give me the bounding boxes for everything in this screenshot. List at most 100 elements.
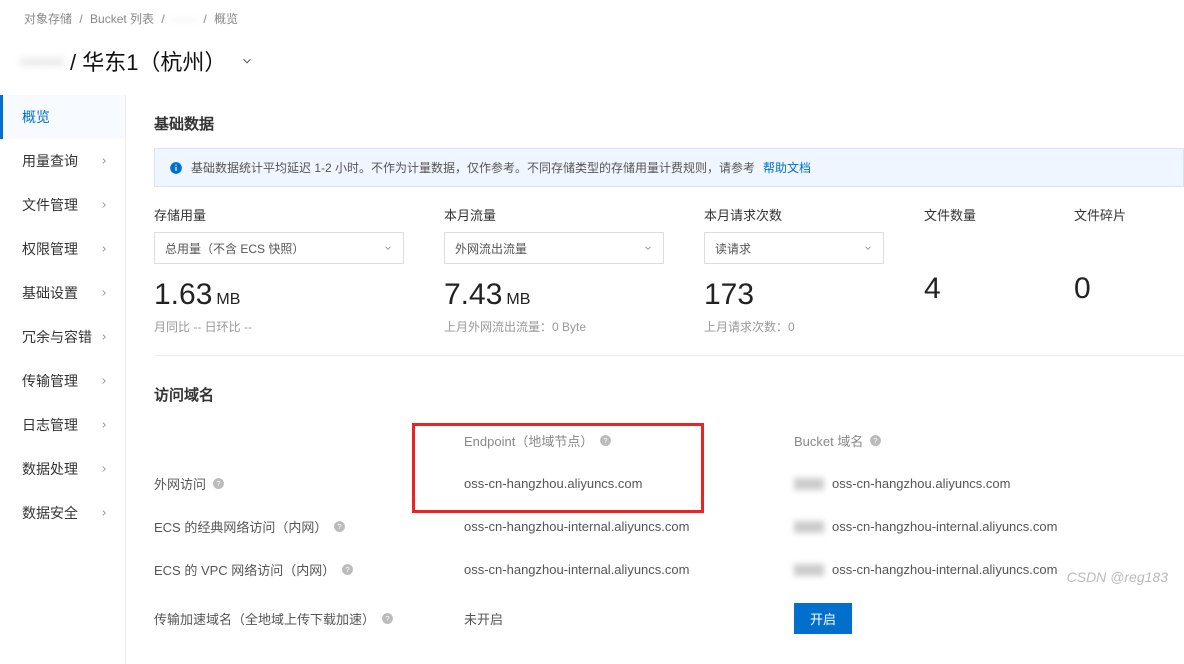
domain-name: ECS 的 VPC 网络访问（内网）	[154, 560, 335, 579]
sidebar-item-0[interactable]: 概览	[0, 95, 125, 139]
sidebar-item-2[interactable]: 文件管理	[0, 183, 125, 227]
domain-table-head: Endpoint（地域节点）? Bucket 域名?	[154, 419, 1184, 462]
enable-accel-button[interactable]: 开启	[794, 603, 852, 634]
domain-row: 外网访问?oss-cn-hangzhou.aliyuncs.comoss-cn-…	[154, 462, 1184, 505]
bucket-domain-header: Bucket 域名	[794, 431, 863, 450]
help-icon[interactable]: ?	[212, 477, 225, 490]
sidebar-item-4[interactable]: 基础设置	[0, 271, 125, 315]
sidebar-item-8[interactable]: 数据处理	[0, 447, 125, 491]
metric-label: 文件碎片	[1074, 205, 1184, 224]
bucket-domain-value: oss-cn-hangzhou.aliyuncs.com	[832, 476, 1010, 491]
help-doc-link[interactable]: 帮助文档	[763, 159, 811, 176]
info-icon	[169, 161, 183, 175]
metric-label: 文件数量	[924, 205, 1034, 224]
metric-value: 7.43MB	[444, 278, 664, 312]
endpoint-value: oss-cn-hangzhou-internal.aliyuncs.com	[464, 519, 689, 534]
metrics-row: 存储用量 总用量（不含 ECS 快照） 1.63MB 月同比 -- 日环比 --…	[154, 205, 1184, 356]
accel-row: 传输加速域名（全地域上传下载加速）? 未开启 开启	[154, 591, 1184, 646]
help-icon[interactable]: ?	[333, 520, 346, 533]
chevron-right-icon	[99, 420, 109, 430]
chevron-right-icon	[99, 200, 109, 210]
metric-storage: 存储用量 总用量（不含 ECS 快照） 1.63MB 月同比 -- 日环比 --	[154, 205, 404, 335]
bucket-name-redacted: ······	[20, 48, 64, 74]
accel-label: 传输加速域名（全地域上传下载加速）	[154, 609, 375, 628]
sidebar-item-7[interactable]: 日志管理	[0, 403, 125, 447]
chevron-down-icon[interactable]	[240, 54, 254, 68]
chevron-down-icon	[643, 243, 653, 253]
traffic-select[interactable]: 外网流出流量	[444, 232, 664, 264]
help-icon[interactable]: ?	[341, 563, 354, 576]
sidebar-item-label: 用量查询	[22, 151, 78, 171]
metric-requests: 本月请求次数 读请求 173 上月请求次数：0	[704, 205, 884, 335]
metric-sub: 上月外网流出流量：0 Byte	[444, 318, 664, 335]
metric-fragments: 文件碎片 0	[1074, 205, 1184, 335]
main-content: 基础数据 基础数据统计平均延迟 1-2 小时。不作为计量数据，仅作参考。不同存储…	[126, 95, 1184, 664]
bucket-domain-value: oss-cn-hangzhou-internal.aliyuncs.com	[832, 562, 1057, 577]
sidebar-item-9[interactable]: 数据安全	[0, 491, 125, 535]
endpoint-value: oss-cn-hangzhou-internal.aliyuncs.com	[464, 562, 689, 577]
chevron-right-icon	[99, 464, 109, 474]
bucket-prefix-redacted	[794, 521, 824, 533]
chevron-down-icon	[863, 243, 873, 253]
sidebar-item-5[interactable]: 冗余与容错	[0, 315, 125, 359]
help-icon[interactable]: ?	[599, 434, 612, 447]
section-title-domain: 访问域名	[154, 384, 1184, 405]
sidebar-item-label: 传输管理	[22, 371, 78, 391]
metric-label: 本月流量	[444, 205, 664, 224]
domain-name: 外网访问	[154, 474, 206, 493]
help-icon[interactable]: ?	[381, 612, 394, 625]
metric-value: 1.63MB	[154, 278, 404, 312]
banner-text: 基础数据统计平均延迟 1-2 小时。不作为计量数据，仅作参考。不同存储类型的存储…	[191, 159, 755, 176]
chevron-right-icon	[99, 244, 109, 254]
breadcrumb-item: 概览	[214, 12, 238, 26]
breadcrumb-item[interactable]: 对象存储	[24, 12, 72, 26]
storage-select[interactable]: 总用量（不含 ECS 快照）	[154, 232, 404, 264]
domain-row: ECS 的经典网络访问（内网）? oss-cn-hangzhou-internal…	[154, 505, 1184, 548]
sidebar-item-1[interactable]: 用量查询	[0, 139, 125, 183]
metric-label: 存储用量	[154, 205, 404, 224]
chevron-down-icon	[383, 243, 393, 253]
bucket-prefix-redacted	[794, 478, 824, 490]
metric-sub: 月同比 -- 日环比 --	[154, 318, 404, 335]
bucket-prefix-redacted	[794, 564, 824, 576]
svg-text:?: ?	[346, 565, 350, 574]
svg-text:?: ?	[874, 436, 878, 445]
metric-sub: 上月请求次数：0	[704, 318, 884, 335]
metric-files: 文件数量 4	[924, 205, 1034, 335]
breadcrumb-item[interactable]: Bucket 列表	[90, 12, 154, 26]
metric-value: 4	[924, 272, 1034, 306]
sidebar-item-label: 概览	[22, 107, 50, 127]
help-icon[interactable]: ?	[869, 434, 882, 447]
svg-text:?: ?	[338, 522, 342, 531]
svg-text:?: ?	[385, 614, 389, 623]
chevron-right-icon	[99, 508, 109, 518]
chevron-right-icon	[99, 156, 109, 166]
sidebar-item-label: 基础设置	[22, 283, 78, 303]
metric-value: 173	[704, 278, 884, 312]
sidebar: 概览用量查询文件管理权限管理基础设置冗余与容错传输管理日志管理数据处理数据安全	[0, 95, 126, 664]
accel-status: 未开启	[464, 609, 503, 628]
domain-row: ECS 的 VPC 网络访问（内网）? oss-cn-hangzhou-inter…	[154, 548, 1184, 591]
sidebar-item-3[interactable]: 权限管理	[0, 227, 125, 271]
bucket-domain-value: oss-cn-hangzhou-internal.aliyuncs.com	[832, 519, 1057, 534]
section-title-basic: 基础数据	[154, 113, 1184, 134]
svg-text:?: ?	[604, 436, 608, 445]
info-banner: 基础数据统计平均延迟 1-2 小时。不作为计量数据，仅作参考。不同存储类型的存储…	[154, 148, 1184, 187]
sidebar-item-label: 权限管理	[22, 239, 78, 259]
watermark: CSDN @reg183	[1067, 569, 1168, 585]
requests-select[interactable]: 读请求	[704, 232, 884, 264]
chevron-right-icon	[99, 332, 109, 342]
domain-name: ECS 的经典网络访问（内网）	[154, 517, 327, 536]
chevron-right-icon	[99, 376, 109, 386]
region-name: / 华东1（杭州）	[70, 45, 226, 77]
breadcrumb-item-redacted[interactable]: ······	[172, 12, 196, 26]
metric-value: 0	[1074, 272, 1184, 306]
endpoint-header: Endpoint（地域节点）	[464, 431, 593, 450]
sidebar-item-label: 冗余与容错	[22, 327, 92, 347]
sidebar-item-6[interactable]: 传输管理	[0, 359, 125, 403]
breadcrumb: 对象存储 / Bucket 列表 / ······ / 概览	[0, 0, 1184, 37]
metric-label: 本月请求次数	[704, 205, 884, 224]
sidebar-item-label: 数据安全	[22, 503, 78, 523]
sidebar-item-label: 文件管理	[22, 195, 78, 215]
metric-traffic: 本月流量 外网流出流量 7.43MB 上月外网流出流量：0 Byte	[444, 205, 664, 335]
